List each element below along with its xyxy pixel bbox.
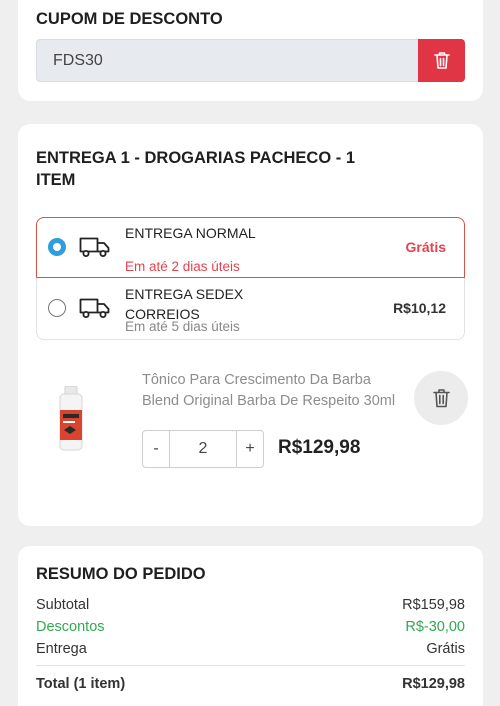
product-price: R$129,98 [278, 437, 361, 458]
subtotal-row: Subtotal R$159,98 [36, 595, 465, 615]
discount-value: R$-30,00 [405, 619, 465, 635]
increase-quantity-button[interactable]: + [237, 431, 263, 467]
total-row: Total (1 item) R$129,98 [36, 674, 465, 694]
shipping-value: Grátis [426, 641, 465, 657]
radio-unselected[interactable] [48, 299, 66, 317]
order-summary-card: RESUMO DO PEDIDO Subtotal R$159,98 Desco… [18, 546, 483, 706]
decrease-quantity-button[interactable]: - [143, 431, 169, 467]
subtotal-value: R$159,98 [402, 597, 465, 613]
total-label: Total (1 item) [36, 676, 126, 692]
subtotal-label: Subtotal [36, 597, 90, 613]
trash-icon [432, 389, 450, 408]
quantity-stepper: - 2 + [142, 430, 264, 468]
coupon-input[interactable] [36, 39, 418, 82]
truck-icon [79, 298, 110, 318]
shipping-label: Entrega [36, 641, 87, 657]
delivery-option-sedex[interactable]: ENTREGA SEDEX CORREIOS Em até 5 dias úte… [37, 279, 464, 340]
remove-product-button[interactable] [414, 371, 468, 425]
delivery-option-name: ENTREGA NORMAL [125, 225, 256, 241]
coupon-title: CUPOM DE DESCONTO [36, 10, 223, 28]
delivery-option-name: ENTREGA SEDEX CORREIOS [125, 286, 244, 322]
delivery-options: ENTREGA NORMAL Em até 2 dias úteis Gráti… [36, 217, 465, 340]
delivery-option-price: Grátis [405, 239, 446, 255]
product-name[interactable]: Tônico Para Crescimento Da Barba Blend O… [142, 370, 407, 412]
delivery-option-normal[interactable]: ENTREGA NORMAL Em até 2 dias úteis Gráti… [36, 217, 465, 278]
delivery-option-price: R$10,12 [393, 300, 446, 316]
quantity-value[interactable]: 2 [169, 431, 237, 467]
delivery-title: ENTREGA 1 - DROGARIAS PACHECO - 1 ITEM [36, 149, 356, 189]
product-image[interactable] [56, 386, 86, 452]
delivery-option-eta: Em até 2 dias úteis [125, 259, 240, 274]
discount-row: Descontos R$-30,00 [36, 617, 465, 637]
delivery-option-eta: Em até 5 dias úteis [125, 319, 240, 334]
total-value: R$129,98 [402, 676, 465, 692]
discount-label: Descontos [36, 619, 105, 635]
truck-icon [79, 237, 110, 257]
radio-selected[interactable] [48, 238, 66, 256]
delivery-card: ENTREGA 1 - DROGARIAS PACHECO - 1 ITEM E… [18, 124, 483, 526]
shipping-row: Entrega Grátis [36, 639, 465, 659]
trash-icon [433, 52, 450, 69]
summary-divider [36, 665, 465, 666]
coupon-card: CUPOM DE DESCONTO [18, 0, 483, 101]
remove-coupon-button[interactable] [418, 39, 465, 82]
summary-title: RESUMO DO PEDIDO [36, 565, 206, 583]
